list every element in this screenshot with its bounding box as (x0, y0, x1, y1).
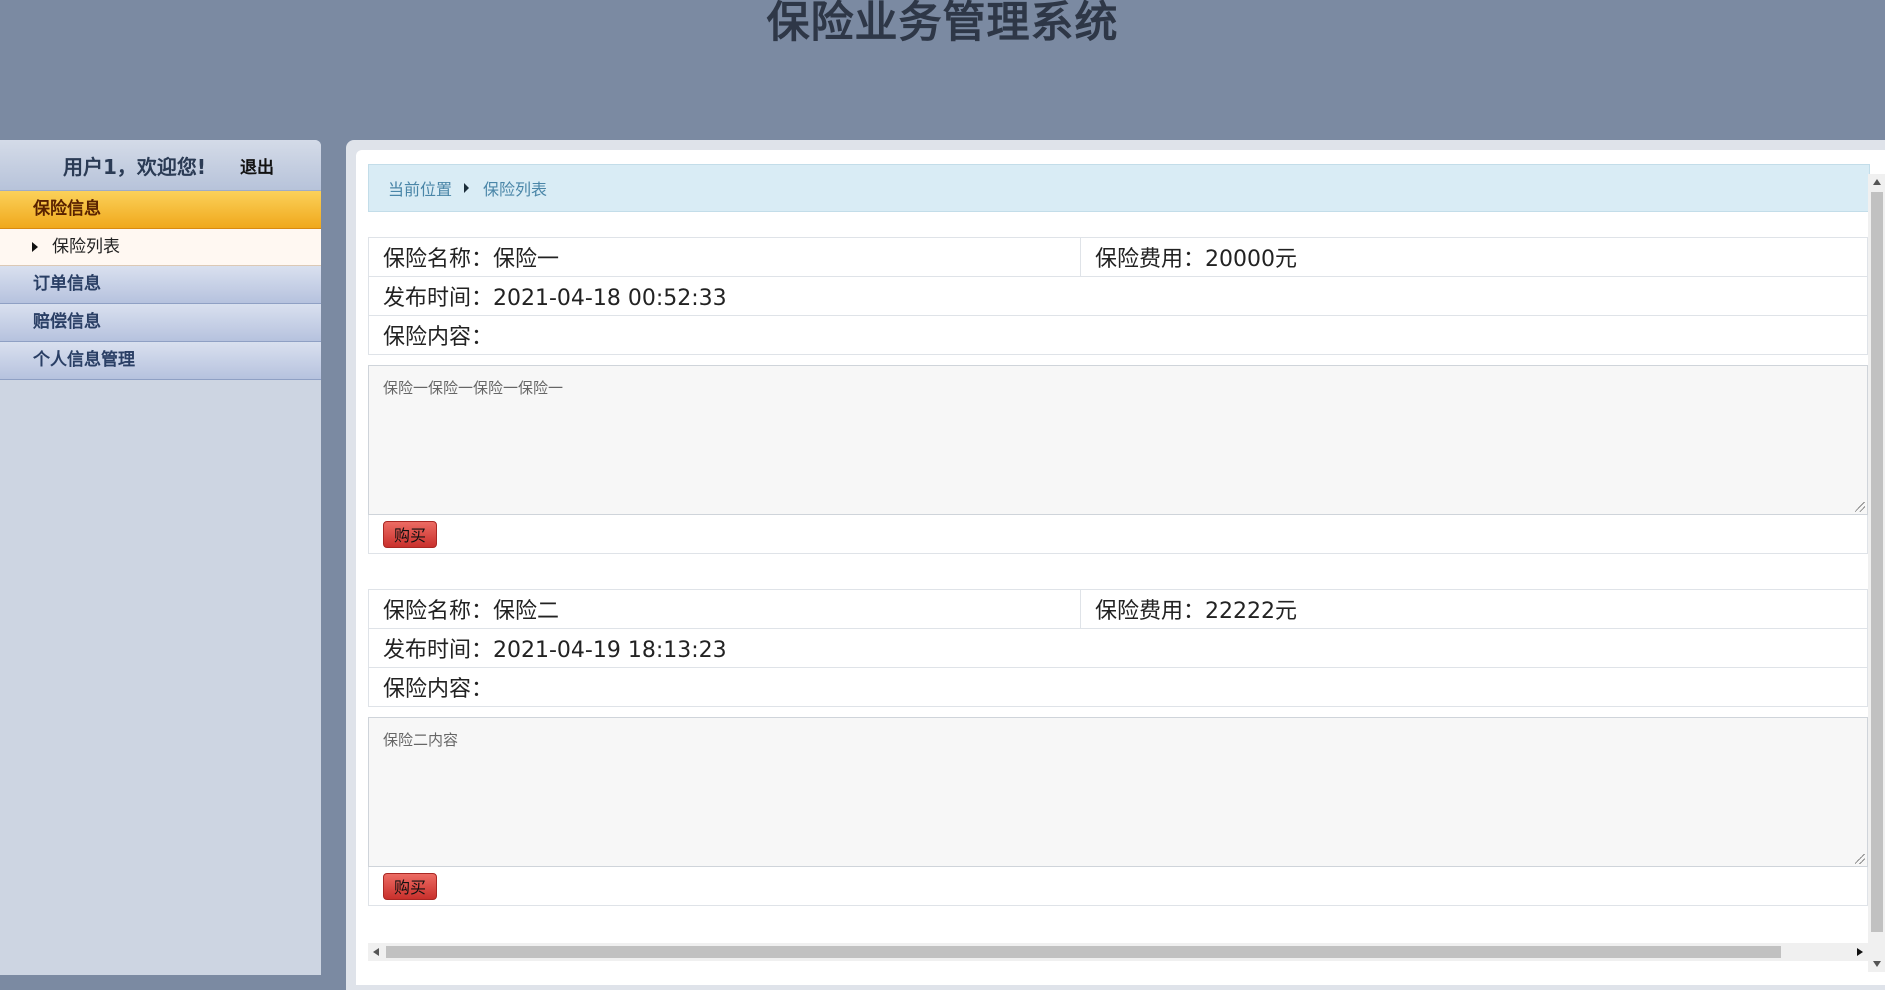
scroll-up-icon[interactable] (1873, 179, 1881, 185)
insurance-card: 保险名称：保险一 保险费用：20000元 发布时间：2021-04-18 00:… (368, 237, 1868, 554)
user-greeting: 用户1，欢迎您! (63, 154, 207, 179)
sidebar-header: 用户1，欢迎您! 退出 (0, 140, 321, 191)
insurance-row-content-label: 保险内容： (368, 315, 1868, 355)
sidebar-item-insurance-info[interactable]: 保险信息 (0, 191, 321, 229)
scroll-right-icon[interactable] (1857, 948, 1863, 956)
scroll-down-icon[interactable] (1873, 961, 1881, 967)
insurance-fee: 保险费用：20000元 (1095, 247, 1297, 272)
sidebar-item-compensation-info[interactable]: 赔偿信息 (0, 304, 321, 342)
insurance-row-name-fee: 保险名称：保险二 保险费用：22222元 (368, 589, 1868, 629)
insurance-content-label: 保险内容： (383, 325, 494, 350)
resize-handle-icon[interactable] (1855, 854, 1865, 864)
insurance-actions: 购买 (368, 514, 1868, 554)
scroll-left-icon[interactable] (373, 948, 379, 956)
insurance-name: 保险名称：保险一 (369, 238, 1081, 276)
insurance-publish-time: 发布时间：2021-04-18 00:52:33 (383, 286, 727, 311)
app-title: 保险业务管理系统 (766, 0, 1119, 48)
vertical-scroll-thumb[interactable] (1871, 192, 1883, 932)
insurance-content-text: 保险二内容 (383, 731, 459, 749)
insurance-card: 保险名称：保险二 保险费用：22222元 发布时间：2021-04-19 18:… (368, 589, 1868, 906)
insurance-row-time: 发布时间：2021-04-18 00:52:33 (368, 276, 1868, 316)
breadcrumb-arrow-icon (464, 183, 470, 193)
sidebar-item-order-info[interactable]: 订单信息 (0, 266, 321, 304)
insurance-row-content-label: 保险内容： (368, 667, 1868, 707)
insurance-content-text: 保险一保险一保险一保险一 (383, 379, 564, 397)
sidebar-item-profile-management[interactable]: 个人信息管理 (0, 342, 321, 380)
sidebar-subitem-insurance-list[interactable]: 保险列表 (0, 229, 321, 266)
insurance-name: 保险名称：保险二 (369, 590, 1081, 628)
insurance-actions: 购买 (368, 866, 1868, 906)
insurance-content-textarea[interactable]: 保险二内容 (368, 717, 1868, 867)
vertical-scrollbar[interactable] (1868, 174, 1885, 972)
insurance-content-textarea[interactable]: 保险一保险一保险一保险一 (368, 365, 1868, 515)
breadcrumb: 当前位置 保险列表 (368, 164, 1870, 212)
breadcrumb-current[interactable]: 保险列表 (483, 176, 547, 200)
caret-right-icon (32, 242, 38, 252)
main-content: 当前位置 保险列表 保险名称：保险一 保险费用：20000元 发布时间：2021… (356, 150, 1885, 985)
insurance-row-name-fee: 保险名称：保险一 保险费用：20000元 (368, 237, 1868, 277)
horizontal-scrollbar[interactable] (368, 943, 1868, 961)
buy-button[interactable]: 购买 (383, 520, 438, 548)
resize-handle-icon[interactable] (1855, 502, 1865, 512)
insurance-content-label: 保险内容： (383, 677, 494, 702)
sidebar: 用户1，欢迎您! 退出 保险信息 保险列表 订单信息 赔偿信息 个人信息管理 (0, 140, 321, 975)
sidebar-subitem-label: 保险列表 (52, 237, 120, 257)
logout-link[interactable]: 退出 (240, 153, 274, 178)
main-panel: 当前位置 保险列表 保险名称：保险一 保险费用：20000元 发布时间：2021… (346, 140, 1885, 990)
buy-button[interactable]: 购买 (383, 872, 438, 900)
insurance-fee: 保险费用：22222元 (1095, 599, 1297, 624)
horizontal-scroll-thumb[interactable] (386, 946, 1781, 958)
breadcrumb-home[interactable]: 当前位置 (388, 176, 452, 200)
insurance-row-time: 发布时间：2021-04-19 18:13:23 (368, 628, 1868, 668)
insurance-publish-time: 发布时间：2021-04-19 18:13:23 (383, 638, 727, 663)
